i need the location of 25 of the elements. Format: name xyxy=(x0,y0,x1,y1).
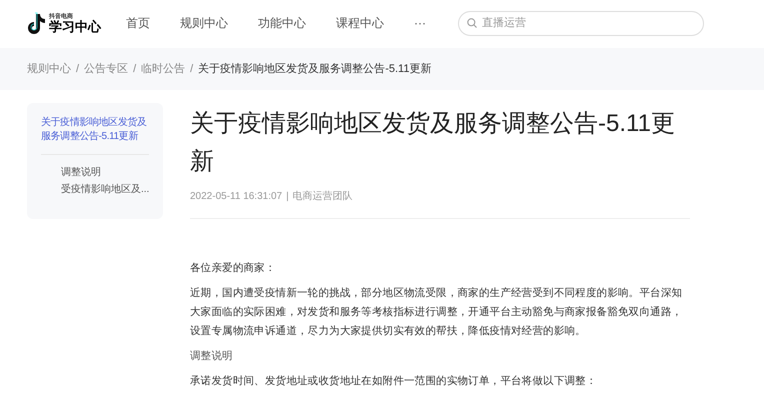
article-paragraph: 承诺发货时间、发货地址或收货地址在如附件一范围的实物订单，平台将做以下调整： xyxy=(190,374,598,389)
article-paragraph: 近期，国内遭受疫情新一轮的挑战，部分地区物流受限，商家的生产经营受到不同程度的影响。平台深知大家面临的实际困难，对发货和服务等考核指标进行调整，开通平台主动豁免与商家报备豁免双向通路，设置专属物流申诉通道，尽力为大家提供切实有效的帮扶，降低疫情对经营的影响。 xyxy=(190,286,684,339)
breadcrumb-separator: / xyxy=(190,62,194,77)
search-field[interactable]: 直播运营 xyxy=(458,10,704,36)
nav-link[interactable]: ··· xyxy=(414,14,426,32)
article-paragraph: 各位亲爱的商家： xyxy=(190,261,277,276)
nav-link[interactable]: 首页 xyxy=(126,14,150,32)
breadcrumb-separator: / xyxy=(76,62,80,77)
nav-link[interactable]: 课程中心 xyxy=(336,14,384,32)
toc-item[interactable]: 调整说明 xyxy=(61,165,149,180)
toc-item[interactable]: 受疫情影响地区及... xyxy=(61,182,149,197)
logo-title: 学习中心 xyxy=(49,20,101,32)
section-heading: 调整说明 xyxy=(190,349,234,364)
meta-separator: | xyxy=(286,190,289,204)
nav-link[interactable]: 功能中心 xyxy=(258,14,306,32)
search-icon xyxy=(467,18,477,28)
breadcrumb-item: 关于疫情影响地区发货及服务调整公告-5.11更新 xyxy=(198,62,432,77)
publish-date: 2022-05-11 16:31:07 xyxy=(190,190,282,204)
toc-title[interactable]: 关于疫情影响地区发货及服务调整公告-5.11更新 xyxy=(41,116,149,155)
breadcrumb-separator: / xyxy=(133,62,136,77)
author-name: 电商运营团队 xyxy=(292,190,353,204)
nav-link[interactable]: 规则中心 xyxy=(180,14,228,32)
logo-icon xyxy=(26,12,46,34)
article-title: 关于疫情影响地区发货及服务调整公告-5.11更新 xyxy=(190,109,676,177)
search-input[interactable]: 直播运营 xyxy=(482,14,682,32)
